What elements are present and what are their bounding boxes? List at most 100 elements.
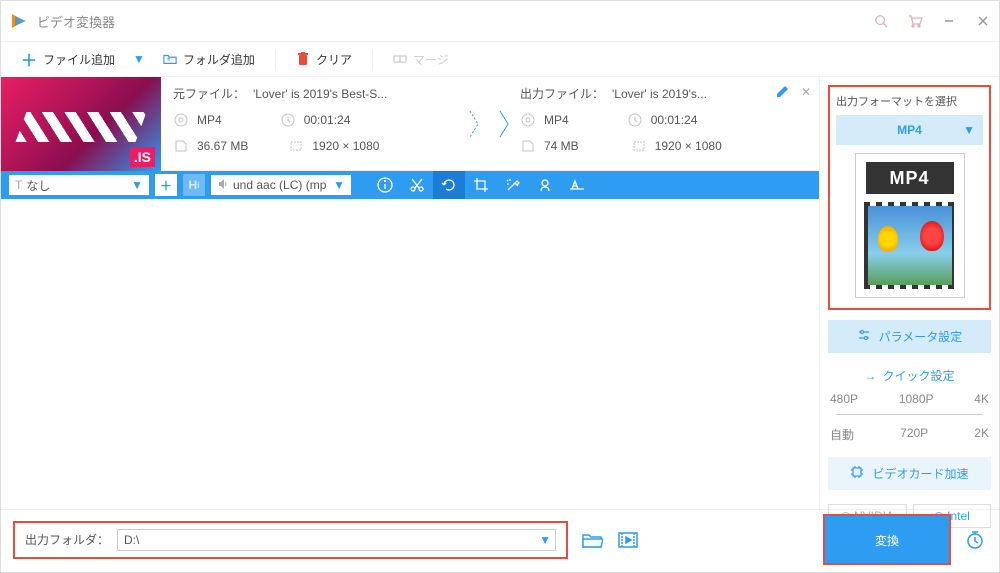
- resolution-icon: [631, 138, 647, 154]
- thumbnail[interactable]: [1, 77, 161, 171]
- right-panel: 出力フォーマットを選択 MP4 ▼ MP4 パラメータ設定 → クイック設定 4…: [819, 77, 999, 509]
- parameter-settings-button[interactable]: パラメータ設定: [828, 320, 991, 353]
- src-file-label: 元ファイル：: [173, 85, 245, 102]
- app-logo-icon: [9, 11, 29, 31]
- subtitle-select[interactable]: T なし ▼: [9, 175, 149, 195]
- app-title: ビデオ変換器: [37, 12, 115, 31]
- audio-select[interactable]: und aac (LC) (mp ▼: [211, 175, 351, 195]
- src-resolution: 1920 × 1080: [312, 139, 379, 153]
- arrow-icon: [460, 85, 490, 162]
- output-folder-label: 出力フォルダ：: [25, 531, 109, 548]
- chevron-down-icon: ▼: [539, 533, 551, 547]
- info-tool-icon[interactable]: [369, 171, 401, 199]
- sliders-icon: [857, 328, 871, 345]
- subtitle-tool-icon[interactable]: [561, 171, 593, 199]
- chevron-down-icon: ▼: [963, 123, 975, 137]
- param-label: パラメータ設定: [879, 328, 963, 345]
- clear-button[interactable]: クリア: [286, 47, 362, 72]
- titlebar: ビデオ変換器: [1, 1, 999, 41]
- add-folder-label: フォルダ追加: [183, 51, 255, 68]
- subtitle-value: なし: [26, 177, 50, 194]
- gpu-accel-button[interactable]: ビデオカード加速: [828, 457, 991, 490]
- hd-button[interactable]: Hi: [183, 174, 205, 196]
- output-folder-value: D:\: [124, 533, 139, 547]
- convert-button[interactable]: 変換: [823, 514, 951, 565]
- audio-value: und aac (LC) (mp: [233, 178, 326, 192]
- add-file-label: ファイル追加: [43, 51, 115, 68]
- chevron-down-icon: ▼: [131, 178, 143, 192]
- src-format: MP4: [197, 113, 222, 127]
- format-value: MP4: [897, 123, 922, 137]
- plus-icon: ＋: [21, 47, 37, 71]
- chip-icon: [850, 465, 864, 482]
- quick-label: クイック設定: [882, 367, 954, 384]
- preset-label: 720P: [900, 426, 928, 443]
- preset-label: 4K: [974, 392, 989, 406]
- resolution-icon: [288, 138, 304, 154]
- output-folder-input[interactable]: D:\ ▼: [117, 529, 556, 551]
- timer-icon[interactable]: [963, 528, 987, 552]
- output-format-box: 出力フォーマットを選択 MP4 ▼ MP4: [828, 85, 991, 310]
- clear-label: クリア: [316, 51, 352, 68]
- out-size: 74 MB: [544, 139, 579, 153]
- audio-icon: [217, 178, 229, 193]
- preset-label: 1080P: [899, 392, 934, 406]
- quality-slider[interactable]: 480P 1080P 4K: [828, 392, 991, 422]
- trash-icon: [296, 52, 310, 66]
- subtitle-icon: T: [15, 178, 22, 192]
- toolbar: ＋ ファイル追加 ▼ フォルダ追加 クリア マージ: [1, 41, 999, 77]
- watermark-tool-icon[interactable]: [529, 171, 561, 199]
- close-icon[interactable]: [975, 13, 991, 29]
- size-icon: [173, 138, 189, 154]
- arrow-right-icon: →: [864, 369, 876, 383]
- gpu-label: ビデオカード加速: [872, 465, 968, 482]
- format-icon: [520, 112, 536, 128]
- merge-button: マージ: [383, 47, 459, 72]
- clock-icon: [280, 112, 296, 128]
- file-list: 元ファイル： 'Lover' is 2019's Best-S... MP4 00:…: [1, 77, 819, 509]
- convert-label: 変換: [875, 534, 899, 548]
- crop-tool-icon[interactable]: [465, 171, 497, 199]
- src-size: 36.67 MB: [197, 139, 248, 153]
- output-folder-box: 出力フォルダ： D:\ ▼: [13, 521, 568, 559]
- format-preview-label: MP4: [866, 162, 954, 194]
- rotate-tool-icon[interactable]: [433, 171, 465, 199]
- add-subtitle-button[interactable]: ＋: [155, 174, 177, 196]
- format-title: 出力フォーマットを選択: [836, 93, 983, 109]
- format-icon: [173, 112, 189, 128]
- size-icon: [520, 138, 536, 154]
- add-folder-button[interactable]: フォルダ追加: [153, 47, 265, 72]
- out-resolution: 1920 × 1080: [655, 139, 722, 153]
- effect-tool-icon[interactable]: [497, 171, 529, 199]
- out-format: MP4: [544, 113, 569, 127]
- preset-label: 480P: [830, 392, 858, 406]
- quick-settings: → クイック設定 480P 1080P 4K 自動 720P 2K: [828, 363, 991, 447]
- src-duration: 00:01:24: [304, 113, 351, 127]
- video-folder-icon[interactable]: [616, 528, 640, 552]
- arrow-icon: [490, 85, 520, 162]
- merge-label: マージ: [413, 51, 449, 68]
- add-file-button[interactable]: ＋ ファイル追加: [11, 43, 125, 75]
- edit-icon[interactable]: [775, 85, 789, 102]
- remove-item-icon[interactable]: ✕: [801, 85, 811, 99]
- src-file-name: 'Lover' is 2019's Best-S...: [253, 87, 387, 101]
- cart-icon[interactable]: [907, 13, 923, 29]
- out-file-name: 'Lover' is 2019's...: [612, 87, 707, 101]
- out-file-label: 出力ファイル：: [520, 85, 604, 102]
- preset-label: 2K: [974, 426, 989, 443]
- item-toolbar: T なし ▼ ＋ Hi und aac (LC) (mp ▼: [1, 171, 819, 199]
- bottom-bar: 出力フォルダ： D:\ ▼ 変換: [1, 509, 999, 569]
- clock-icon: [627, 112, 643, 128]
- open-folder-icon[interactable]: [580, 528, 604, 552]
- cut-tool-icon[interactable]: [401, 171, 433, 199]
- chevron-down-icon: ▼: [333, 178, 345, 192]
- minimize-icon[interactable]: [941, 13, 957, 29]
- format-preview: MP4: [855, 153, 965, 298]
- preset-label: 自動: [830, 426, 854, 443]
- format-select[interactable]: MP4 ▼: [836, 115, 983, 145]
- file-item: 元ファイル： 'Lover' is 2019's Best-S... MP4 00:…: [1, 77, 819, 171]
- add-file-dropdown-icon[interactable]: ▼: [133, 52, 145, 66]
- format-preview-image: [864, 202, 956, 289]
- out-duration: 00:01:24: [651, 113, 698, 127]
- search-icon[interactable]: [873, 13, 889, 29]
